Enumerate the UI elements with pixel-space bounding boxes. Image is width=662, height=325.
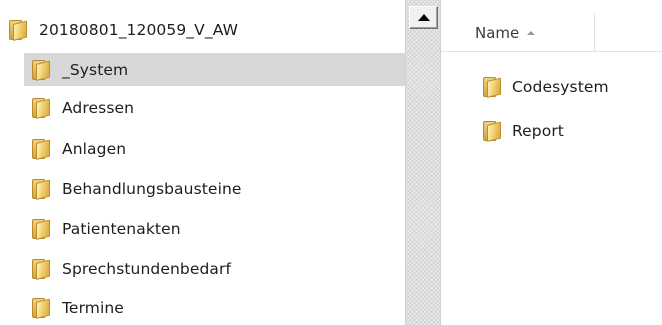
folder-icon (482, 120, 504, 142)
tree-item-label: Sprechstundenbedarf (62, 259, 232, 278)
folder-icon (31, 297, 53, 319)
column-header-label: Name (475, 23, 520, 42)
tree-item-system[interactable]: _System (24, 53, 405, 86)
tree-item-behandlungsbausteine[interactable]: Behandlungsbausteine (24, 172, 405, 205)
sort-ascending-icon (527, 30, 536, 35)
list-item-label: Codesystem (512, 78, 609, 96)
tree-item-label: Anlagen (62, 139, 127, 158)
scroll-up-button[interactable] (409, 6, 438, 29)
tree-item-anlagen[interactable]: Anlagen (24, 132, 405, 165)
tree-item-patientenakten[interactable]: Patientenakten (24, 212, 405, 245)
vertical-scrollbar[interactable] (405, 0, 441, 325)
tree-item-termine[interactable]: Termine (24, 291, 405, 324)
list-item-codesystem[interactable]: Codesystem (482, 72, 609, 102)
tree-item-label: _System (62, 60, 129, 79)
folder-icon (482, 76, 504, 98)
file-list: Name Codesystem Report (441, 0, 662, 325)
folder-icon (31, 178, 53, 200)
folder-icon (31, 97, 53, 119)
tree-item-label: Patientenakten (62, 219, 181, 238)
folder-icon (31, 138, 53, 160)
tree-item-sprechstundenbedarf[interactable]: Sprechstundenbedarf (24, 252, 405, 285)
folder-icon (31, 258, 53, 280)
folder-icon (31, 59, 53, 81)
folder-icon (31, 218, 53, 240)
triangle-up-icon (417, 14, 430, 21)
tree-item-label: Adressen (62, 98, 135, 117)
column-header-row: Name (441, 13, 662, 52)
list-item-label: Report (512, 122, 564, 140)
list-item-report[interactable]: Report (482, 116, 564, 146)
column-header-name[interactable]: Name (441, 13, 595, 52)
folder-icon (8, 19, 30, 41)
tree-item-label: Termine (62, 298, 124, 317)
tree-item-label: 20180801_120059_V_AW (39, 20, 238, 39)
folder-tree: 20180801_120059_V_AW _System Adressen An… (0, 0, 405, 325)
tree-item-root[interactable]: 20180801_120059_V_AW (8, 13, 238, 46)
tree-item-adressen[interactable]: Adressen (24, 91, 405, 124)
tree-item-label: Behandlungsbausteine (62, 179, 242, 198)
